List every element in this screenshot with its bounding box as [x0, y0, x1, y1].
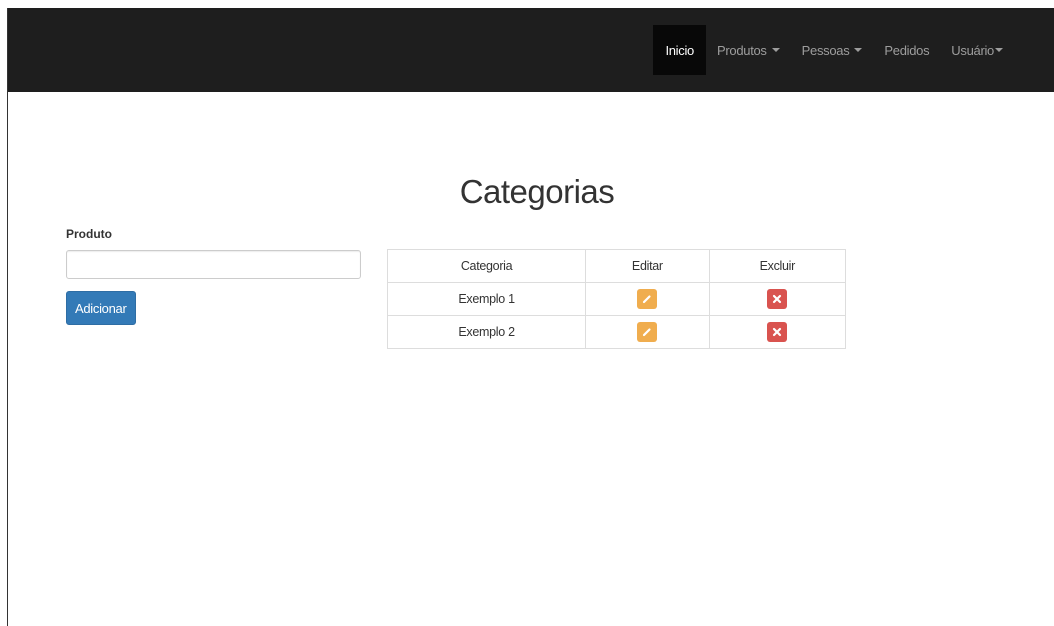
add-button[interactable]: Adicionar — [66, 291, 136, 325]
page-title: Categorias — [459, 173, 615, 210]
nav-item-label: Pedidos — [884, 42, 930, 58]
nav-item-label: Inicio — [665, 42, 694, 58]
produto-label: Produto — [66, 227, 112, 241]
window-edge — [7, 8, 8, 626]
nav-item-inicio[interactable]: Inicio — [653, 25, 706, 75]
pencil-icon — [643, 295, 651, 304]
top-navbar: Inicio Produtos Pessoas Pedidos Usuário — [8, 8, 1054, 92]
caret-down-icon — [995, 48, 1003, 52]
table-row: Exemplo 1 — [386, 282, 847, 316]
column-header-categoria: Categoria — [386, 249, 587, 283]
caret-down-icon — [771, 48, 780, 52]
column-header-excluir: Excluir — [708, 249, 847, 283]
remove-icon — [773, 294, 782, 304]
pencil-icon — [643, 328, 651, 337]
produto-input[interactable] — [66, 250, 361, 279]
edit-button[interactable] — [637, 289, 658, 309]
category-name-cell: Exemplo 2 — [386, 315, 587, 349]
nav-item-label: Produtos — [717, 42, 767, 58]
nav-item-produtos[interactable]: Produtos — [706, 25, 791, 75]
nav-item-label: Pessoas — [801, 42, 850, 58]
caret-down-icon — [854, 48, 863, 52]
delete-cell — [708, 282, 847, 316]
remove-icon — [773, 327, 782, 337]
edit-cell — [585, 282, 710, 316]
categories-table: Categoria Editar Excluir Exemplo 1 Exemp… — [386, 249, 847, 349]
delete-button[interactable] — [767, 289, 788, 309]
edit-cell — [585, 315, 710, 349]
column-header-editar: Editar — [585, 249, 710, 283]
nav-item-pessoas[interactable]: Pessoas — [791, 25, 874, 75]
category-name-cell: Exemplo 1 — [386, 282, 587, 316]
nav-item-usuario[interactable]: Usuário — [940, 25, 1014, 75]
table-header-row: Categoria Editar Excluir — [386, 249, 847, 283]
table-row: Exemplo 2 — [386, 315, 847, 349]
delete-cell — [708, 315, 847, 349]
nav-item-pedidos[interactable]: Pedidos — [873, 25, 940, 75]
nav-item-label: Usuário — [951, 42, 994, 58]
delete-button[interactable] — [767, 322, 788, 342]
nav-menu: Inicio Produtos Pessoas Pedidos Usuário — [653, 25, 1014, 75]
app-window: Inicio Produtos Pessoas Pedidos Usuário … — [0, 0, 1054, 626]
edit-button[interactable] — [637, 322, 658, 342]
